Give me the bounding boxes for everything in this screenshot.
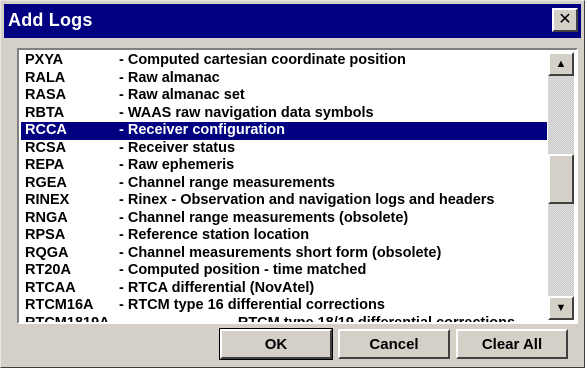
list-item[interactable]: RGEA - Channel range measurements [21,175,547,193]
log-description: - Computed cartesian coordinate position [119,52,406,68]
title-bar[interactable]: Add Logs ✕ [4,4,581,38]
clear-all-button[interactable]: Clear All [456,329,568,359]
list-item[interactable]: RT20A - Computed position - time matched [21,262,547,280]
log-code: RTCM16A [25,297,94,313]
close-button[interactable]: ✕ [552,8,578,32]
log-code: RINEX [25,192,70,208]
ok-button[interactable]: OK [219,328,333,360]
log-description: - Raw ephemeris [119,157,235,173]
log-code: RT20A [25,262,71,278]
log-description: - Channel range measurements (obsolete) [119,209,409,226]
log-description: - RTCM type 16 differential corrections [119,297,385,313]
list-item[interactable]: RCCA - Receiver configuration [21,122,547,140]
log-code: RPSA [25,227,66,243]
list-item[interactable]: PXYA - Computed cartesian coordinate posi… [21,52,547,70]
log-description: - Channel measurements short form (obsol… [119,244,442,261]
dialog-title: Add Logs [8,10,93,30]
list-item[interactable]: RASA - Raw almanac set [21,87,547,105]
scroll-up-button[interactable]: ▲ [548,52,574,76]
log-description: - Raw almanac set [119,87,245,103]
log-code: RBTA [25,104,65,121]
list-item[interactable]: RNGA - Channel range measurements (obsole… [21,210,547,228]
log-code: RQGA [25,244,69,261]
log-list: PXYA - Computed cartesian coordinate posi… [21,52,547,324]
list-item[interactable]: RTCAA - RTCA differential (NovAtel) [21,280,547,298]
log-description: - RTCA differential (NovAtel) [119,279,315,296]
log-description: - Raw almanac [119,69,220,86]
log-description: - Computed position - time matched [119,262,367,278]
log-code: RGEA [25,174,67,191]
log-code: RCSA [25,139,67,156]
add-logs-dialog: Add Logs ✕ PXYA - Computed cartesian coor… [0,0,585,368]
log-code: RCCA [25,122,67,138]
list-item[interactable]: RTCM1819A - RTCM type 18/19 differential … [21,314,547,324]
log-description: - Channel range measurements [119,174,335,191]
list-item[interactable]: RCSA - Receiver status [21,140,547,158]
log-description: - Reference station location [119,227,310,243]
scroll-thumb[interactable] [548,154,574,204]
log-code: RTCM1819A [25,314,110,324]
list-item[interactable]: RQGA - Channel measurements short form (o… [21,245,547,263]
list-item[interactable]: RALA - Raw almanac [21,70,547,88]
list-item[interactable]: RTCM16A - RTCM type 16 differential corre… [21,297,547,315]
arrow-up-icon: ▲ [555,58,567,70]
log-description: - RTCM type 18/19 differential correctio… [229,314,516,324]
list-item[interactable]: RINEX - Rinex - Observation and navigatio… [21,192,547,210]
log-code: RASA [25,87,67,103]
log-description: - WAAS raw navigation data symbols [119,104,374,121]
arrow-down-icon: ▼ [555,302,567,314]
cancel-button[interactable]: Cancel [338,329,450,359]
log-code: REPA [25,157,65,173]
log-code: RTCAA [25,279,76,296]
log-description: - Rinex - Observation and navigation log… [119,192,495,208]
vertical-scrollbar[interactable]: ▲ ▼ [548,52,574,320]
close-icon: ✕ [558,11,572,28]
scroll-down-button[interactable]: ▼ [548,296,574,320]
list-item[interactable]: RPSA - Reference station location [21,227,547,245]
list-item[interactable]: REPA - Raw ephemeris [21,157,547,175]
log-code: PXYA [25,52,64,68]
log-code: RNGA [25,209,68,226]
log-description: - Receiver status [119,139,236,156]
log-code: RALA [25,69,66,86]
log-list-box[interactable]: PXYA - Computed cartesian coordinate posi… [17,48,578,324]
log-description: - Receiver configuration [119,122,285,138]
list-item[interactable]: RBTA - WAAS raw navigation data symbols [21,105,547,123]
